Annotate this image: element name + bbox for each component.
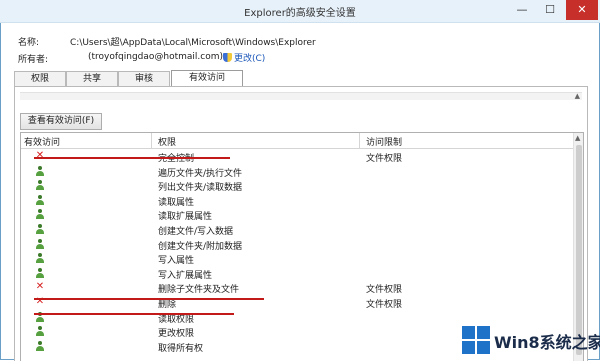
- column-divider: [359, 133, 360, 148]
- user-allow-icon: [35, 165, 45, 176]
- access-limit: 文件权限: [366, 299, 403, 310]
- view-effective-access-button[interactable]: 查看有效访问(F): [20, 113, 102, 130]
- user-allow-icon: [35, 223, 45, 234]
- permission-name: 创建文件/写入数据: [158, 226, 234, 237]
- column-divider: [151, 133, 152, 148]
- scroll-up-icon[interactable]: ▲: [575, 134, 580, 142]
- table-row[interactable]: 创建文件/写入数据: [21, 222, 573, 237]
- permission-name: 遍历文件夹/执行文件: [158, 168, 243, 179]
- change-owner-link[interactable]: 更改(C): [223, 51, 265, 64]
- table-row[interactable]: 列出文件夹/读取数据: [21, 178, 573, 193]
- tab-auditing[interactable]: 审核: [118, 71, 170, 86]
- annotation-underline: [34, 298, 264, 300]
- user-allow-icon: [35, 326, 45, 337]
- header-effective-access[interactable]: 有效访问: [24, 135, 60, 148]
- maximize-button[interactable]: ☐: [536, 0, 564, 20]
- permission-name: 读取扩展属性: [158, 212, 213, 223]
- deny-x-icon: ✕: [35, 150, 45, 161]
- permission-name: 取得所有权: [158, 343, 204, 354]
- name-value: C:\Users\超\AppData\Local\Microsoft\Windo…: [70, 38, 316, 48]
- header-permission[interactable]: 权限: [158, 135, 176, 148]
- user-allow-icon: [35, 209, 45, 220]
- change-link-label: 更改(C): [234, 54, 266, 64]
- windows-logo-icon: [462, 326, 490, 354]
- user-allow-icon: [35, 253, 45, 264]
- permission-name: 读取属性: [158, 197, 195, 208]
- table-row[interactable]: 读取扩展属性: [21, 207, 573, 222]
- permission-name: 删除子文件夹及文件: [158, 285, 240, 296]
- access-limit: 文件权限: [366, 154, 403, 164]
- horizontal-scrollbar[interactable]: ▲: [20, 92, 582, 100]
- tab-permissions[interactable]: 权限: [14, 71, 66, 86]
- name-label: 名称:: [18, 38, 40, 48]
- user-allow-icon: [35, 180, 45, 191]
- permission-name: 写入扩展属性: [158, 270, 213, 281]
- permission-name: 列出文件夹/读取数据: [158, 183, 243, 194]
- close-button[interactable]: ✕: [566, 0, 598, 20]
- permission-name: 写入属性: [158, 256, 195, 267]
- table-row[interactable]: ✕ 删除子文件夹及文件 文件权限: [21, 280, 573, 296]
- user-allow-icon: [35, 194, 45, 205]
- owner-label: 所有者:: [18, 55, 49, 65]
- watermark-logo: Win8系统之家: [462, 322, 600, 358]
- annotation-underline: [34, 157, 230, 159]
- table-row[interactable]: 遍历文件夹/执行文件: [21, 164, 573, 179]
- header-access-limit[interactable]: 访问限制: [366, 135, 402, 148]
- table-row[interactable]: 写入扩展属性: [21, 266, 573, 281]
- deny-x-icon: ✕: [35, 281, 45, 293]
- user-allow-icon: [35, 340, 45, 351]
- scroll-right-icon[interactable]: ▲: [575, 92, 580, 100]
- table-header: 有效访问 权限 访问限制: [21, 133, 573, 149]
- permission-name: 创建文件夹/附加数据: [158, 241, 243, 252]
- table-row[interactable]: 读取属性: [21, 193, 573, 208]
- tab-sharing[interactable]: 共享: [66, 71, 118, 86]
- user-allow-icon: [35, 267, 45, 278]
- table-row[interactable]: 写入属性: [21, 251, 573, 266]
- access-limit: 文件权限: [366, 285, 403, 296]
- table-row[interactable]: 创建文件夹/附加数据: [21, 237, 573, 252]
- tab-effective-access[interactable]: 有效访问: [171, 70, 243, 87]
- user-allow-icon: [35, 238, 45, 249]
- annotation-underline: [34, 313, 234, 315]
- title-bar[interactable]: Explorer的高级安全设置 — ☐ ✕: [0, 0, 600, 23]
- watermark-text: Win8系统之家: [494, 333, 600, 352]
- owner-value: (troyofqingdao@hotmail.com): [88, 52, 224, 62]
- uac-shield-icon: [223, 53, 232, 62]
- minimize-button[interactable]: —: [508, 0, 536, 20]
- permission-name: 更改权限: [158, 329, 195, 340]
